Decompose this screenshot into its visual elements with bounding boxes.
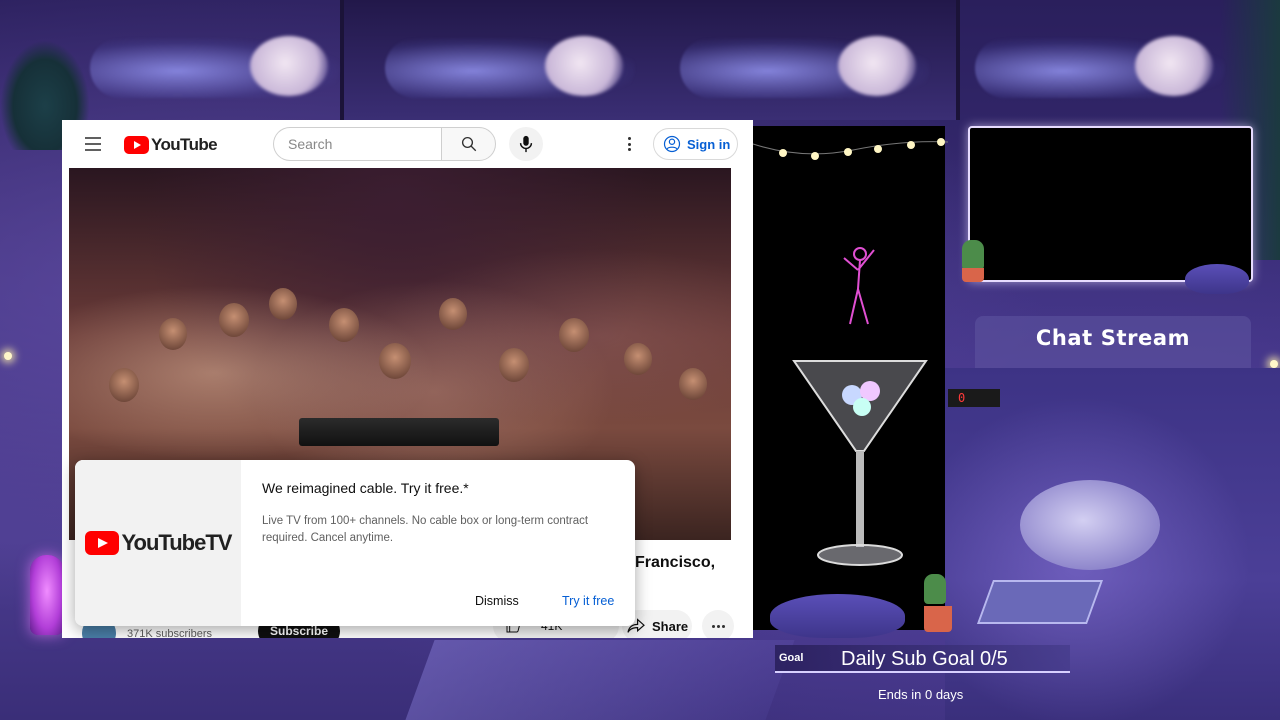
microphone-icon <box>519 135 533 153</box>
search-input[interactable]: Search <box>273 127 441 161</box>
book-decoration <box>976 580 1104 624</box>
moon-decoration <box>838 36 916 96</box>
lava-lamp <box>30 555 64 635</box>
sleeping-cat-decoration <box>1185 264 1249 294</box>
voice-search-button[interactable] <box>509 127 543 161</box>
digital-clock: 0 <box>948 389 1000 407</box>
moon-decoration <box>250 36 328 96</box>
menu-icon[interactable] <box>85 137 101 151</box>
cat-decoration <box>770 594 905 638</box>
crowd-figure <box>679 368 707 400</box>
crowd-figure <box>269 288 297 320</box>
share-label: Share <box>652 618 689 634</box>
search-button[interactable] <box>441 127 496 161</box>
promo-logo-panel: YouTubeTV <box>75 460 241 626</box>
search-icon <box>461 136 476 152</box>
martini-glass <box>792 360 928 566</box>
crowd-figure <box>159 318 187 350</box>
window-light-on-floor <box>405 640 795 720</box>
moon-decoration <box>545 36 623 96</box>
youtube-header: YouTube Search Sign in <box>62 120 753 168</box>
fairy-light <box>1270 360 1278 368</box>
subscriber-count: 371K subscribers <box>127 628 212 638</box>
sign-in-button[interactable]: Sign in <box>653 128 738 160</box>
sign-in-label: Sign in <box>687 136 731 152</box>
youtube-logo[interactable]: YouTube <box>124 135 218 155</box>
string-lights <box>753 138 948 160</box>
crowd-figure <box>109 368 139 402</box>
settings-more-icon[interactable] <box>622 134 636 154</box>
cactus-decoration <box>962 240 984 270</box>
crowd-figure <box>439 298 467 330</box>
video-title: Francisco, <box>635 554 716 571</box>
crowd-figure <box>624 343 652 375</box>
youtube-logo-text: YouTube <box>151 135 218 154</box>
dj-booth <box>299 418 499 446</box>
chat-stream-title: Chat Stream <box>1035 326 1191 350</box>
youtube-play-icon <box>124 136 149 154</box>
plant-pot <box>924 606 952 632</box>
youtube-browser-window: YouTube Search Sign in Francisco, 371K s… <box>62 120 753 638</box>
neon-dancer-figure <box>843 247 875 325</box>
youtube-tv-logo: YouTubeTV <box>84 530 233 556</box>
fairy-light <box>4 352 12 360</box>
crowd-figure <box>219 303 249 337</box>
webcam-frame <box>968 126 1253 282</box>
plant-pot <box>962 268 984 282</box>
crowd-figure <box>499 348 529 382</box>
youtube-tv-play-icon <box>84 531 119 555</box>
chat-stream-panel: Chat Stream <box>975 316 1251 368</box>
crowd-figure <box>559 318 589 352</box>
account-icon <box>663 135 681 153</box>
moon-decoration <box>1135 36 1213 96</box>
more-actions-icon[interactable] <box>702 610 734 638</box>
cactus-decoration <box>924 574 946 604</box>
dismiss-button[interactable]: Dismiss <box>475 594 519 608</box>
promo-heading: We reimagined cable. Try it free.* <box>262 480 469 496</box>
goal-countdown: Ends in 0 days <box>878 687 964 702</box>
bunny-pillow-decoration <box>1020 480 1160 570</box>
sub-goal-text: Daily Sub Goal 0/5 <box>841 648 1008 670</box>
promo-body: Live TV from 100+ channels. No cable box… <box>262 515 589 544</box>
youtube-tv-promo-dialog: YouTubeTV We reimagined cable. Try it fr… <box>75 460 635 626</box>
try-it-free-button[interactable]: Try it free <box>562 594 614 608</box>
goal-label: Goal <box>779 652 804 664</box>
youtube-tv-logo-text: YouTubeTV <box>121 530 233 555</box>
crowd-figure <box>379 343 411 379</box>
crowd-figure <box>329 308 359 342</box>
